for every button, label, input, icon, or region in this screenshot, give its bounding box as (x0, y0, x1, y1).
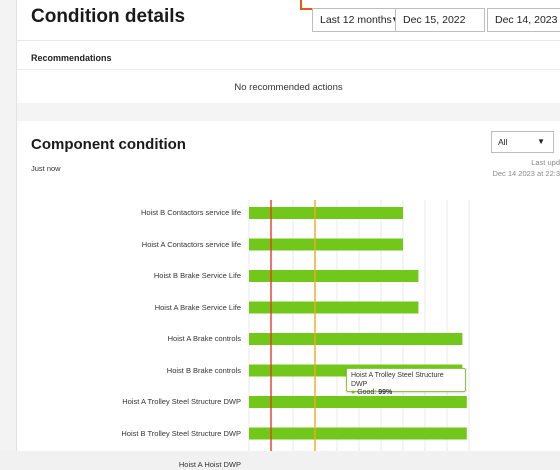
tooltip-status-label: Good: (357, 389, 377, 396)
bar-hoist-a-contactors-service-life[interactable] (249, 238, 403, 251)
bar-hoist-a-brake-service-life[interactable] (249, 301, 419, 314)
status-dot-icon: ● (351, 389, 356, 396)
bar-hoist-b-trolley-steel-structure-dwp[interactable] (249, 427, 467, 440)
category-label: Hoist A Hoist DWP (178, 460, 241, 469)
category-label: Hoist B Contactors service life (140, 208, 241, 217)
chart-tooltip: Hoist A Trolley Steel Structure DWP ● Go… (346, 368, 466, 396)
category-label: Hoist B Brake Service Life (153, 271, 241, 280)
tooltip-value: 99% (378, 389, 393, 396)
category-label: Hoist A Trolley Steel Structure DWP (122, 397, 241, 406)
category-label: Hoist A Brake controls (167, 334, 241, 343)
category-label: Hoist B Brake controls (166, 365, 241, 375)
bar-hoist-b-brake-service-life[interactable] (249, 270, 419, 282)
main-content: Condition details Last 12 months ▼ Dec 1… (17, 0, 560, 469)
bar-hoist-a-brake-controls[interactable] (249, 333, 463, 345)
component-condition-chart: Hoist A Trolley Steel Structure DWP ● Go… (17, 0, 560, 469)
category-label: Hoist A Brake Service Life (154, 302, 241, 312)
tooltip-title: Hoist A Trolley Steel Structure DWP (351, 372, 444, 388)
bar-hoist-b-contactors-service-life[interactable] (249, 207, 403, 219)
category-label: Hoist A Contactors service life (141, 239, 241, 249)
bar-hoist-a-trolley-steel-structure-dwp[interactable] (249, 396, 467, 408)
left-rail (0, 0, 17, 451)
tooltip-status: ● Good: 99% (351, 389, 461, 398)
chart-plot (248, 200, 470, 451)
category-label: Hoist B Trolley Steel Structure DWP (121, 428, 241, 438)
